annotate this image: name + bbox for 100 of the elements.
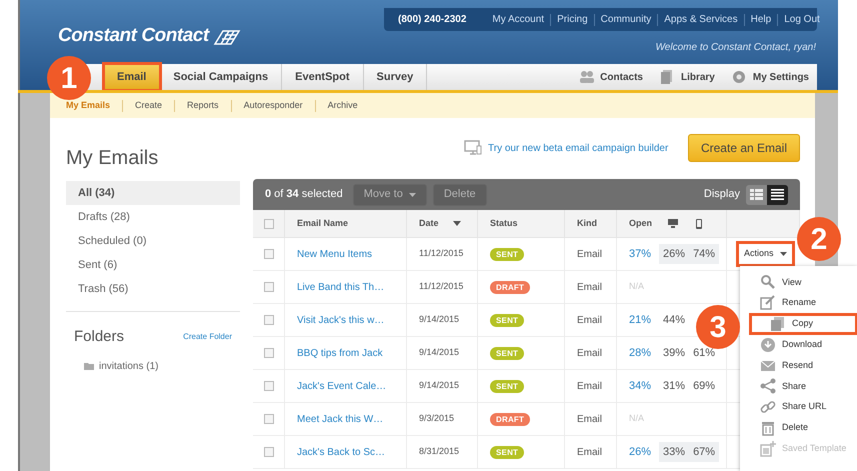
sub-nav-link[interactable]: Create — [135, 98, 162, 112]
desktop-rate: 39% — [663, 346, 686, 361]
filter-item[interactable]: Sent (6) — [66, 253, 240, 277]
status-badge: SENT — [490, 248, 524, 260]
date-text: 8/31/2015 — [419, 445, 460, 458]
welcome-text: Welcome to Constant Contact, ryan! — [656, 41, 816, 55]
kind-text: Email — [577, 346, 602, 360]
folder-item[interactable]: invitations (1) — [66, 358, 240, 374]
status-badge: DRAFT — [490, 412, 530, 426]
email-name-link[interactable]: Jack's Event Cale… — [297, 378, 386, 394]
open-rate: 26% — [629, 444, 652, 460]
nav-link[interactable]: Contacts — [578, 69, 643, 85]
email-name-link[interactable]: BBQ tips from Jack — [297, 346, 383, 360]
nav-link[interactable]: Library — [658, 69, 715, 85]
desktop-rate: 26% — [663, 246, 686, 262]
checkbox[interactable] — [264, 348, 274, 358]
menu-item[interactable]: Rename — [740, 292, 857, 314]
sub-nav-link[interactable]: Reports — [187, 98, 219, 112]
menu-item[interactable]: Share — [740, 376, 857, 397]
date-text: 9/14/2015 — [419, 313, 460, 326]
search-icon — [760, 274, 776, 290]
monitor-icon — [464, 140, 482, 156]
filter-item[interactable]: Trash (56) — [66, 277, 240, 301]
share-icon — [760, 378, 776, 394]
header-link[interactable]: Pricing — [557, 12, 588, 27]
column-header: Status — [490, 216, 518, 230]
checkbox[interactable] — [264, 249, 274, 259]
beta-builder-link[interactable]: Try our new beta email campaign builder — [464, 140, 668, 156]
download-icon — [760, 336, 776, 353]
menu-item[interactable]: Delete — [740, 418, 857, 438]
detail-view-button[interactable] — [746, 184, 767, 204]
email-name-link[interactable]: Visit Jack's this w… — [297, 312, 384, 328]
mobile-rate: 67% — [693, 444, 716, 460]
status-badge: SENT — [490, 314, 524, 326]
nav-tab[interactable]: Email — [104, 64, 160, 90]
grid-list-icon — [750, 189, 763, 200]
link-icon — [760, 399, 776, 416]
menu-item[interactable]: View — [740, 272, 857, 293]
status-badge: SENT — [490, 380, 524, 392]
desktop-icon — [668, 219, 678, 228]
documents-icon — [658, 69, 675, 85]
create-email-button[interactable]: Create an Email — [688, 134, 800, 162]
open-rate: 34% — [629, 378, 652, 394]
checkbox[interactable] — [264, 218, 274, 228]
folder-icon — [84, 362, 94, 370]
phone-number: (800) 240-2302 — [398, 13, 466, 27]
header-link[interactable]: Apps & Services — [664, 12, 738, 27]
checkbox[interactable] — [264, 381, 274, 391]
mobile-icon — [696, 218, 702, 228]
selection-count: 0 of 34 selected — [265, 187, 343, 202]
pages-icon — [770, 316, 786, 332]
column-header: Email Name — [297, 216, 348, 230]
column-header: Kind — [577, 216, 597, 230]
desktop-rate: 44% — [663, 312, 686, 328]
desktop-rate: 33% — [663, 444, 686, 460]
menu-item[interactable]: Resend — [740, 355, 857, 376]
sub-nav-link[interactable]: Autoresponder — [244, 98, 303, 112]
kind-text: Email — [577, 446, 602, 460]
kind-text: Email — [577, 248, 602, 262]
date-text: 9/14/2015 — [419, 346, 460, 360]
kind-text: Email — [577, 380, 602, 394]
mobile-rate: 74% — [693, 246, 716, 262]
email-name-link[interactable]: Meet Jack this W… — [297, 412, 384, 426]
open-rate: 21% — [629, 312, 652, 328]
create-folder-link[interactable]: Create Folder — [183, 331, 232, 344]
status-badge: SENT — [490, 446, 524, 458]
desktop-rate: 31% — [663, 378, 686, 394]
open-rate: 28% — [629, 346, 652, 361]
folders-heading: Folders — [74, 327, 124, 347]
email-name-link[interactable]: New Menu Items — [297, 246, 372, 262]
email-name-link[interactable]: Live Band this Th… — [297, 280, 384, 294]
header-link[interactable]: My Account — [492, 12, 544, 27]
document-plus-icon — [760, 440, 776, 457]
checkbox[interactable] — [264, 315, 274, 325]
checkbox[interactable] — [264, 447, 274, 457]
nav-link[interactable]: My Settings — [730, 69, 809, 85]
mobile-rate: 69% — [693, 378, 716, 394]
status-badge: SENT — [490, 346, 524, 360]
date-text: 11/12/2015 — [419, 247, 464, 260]
filter-item[interactable]: Scheduled (0) — [66, 229, 240, 253]
pencil-icon — [760, 295, 776, 312]
kind-text: Email — [577, 412, 602, 426]
header-link[interactable]: Community — [600, 12, 652, 27]
actions-button[interactable]: Actions — [739, 244, 792, 264]
filter-item[interactable]: All (34) — [66, 181, 240, 205]
menu-item[interactable]: Copy — [750, 314, 857, 334]
header-link[interactable]: Log Out — [784, 12, 820, 27]
header-link[interactable]: Help — [750, 12, 772, 27]
menu-item[interactable]: Share URL — [740, 396, 857, 418]
sub-nav-link[interactable]: Archive — [328, 98, 358, 112]
people-icon — [578, 69, 594, 85]
checkbox[interactable] — [264, 414, 274, 424]
checkbox[interactable] — [264, 282, 274, 292]
filter-item[interactable]: Drafts (28) — [66, 205, 240, 229]
trash-icon — [760, 420, 776, 436]
status-badge: DRAFT — [490, 280, 530, 294]
menu-item[interactable]: Download — [740, 334, 857, 356]
list-view-button[interactable] — [767, 184, 788, 204]
email-name-link[interactable]: Jack's Back to Sc… — [297, 444, 386, 460]
column-header[interactable]: Date — [419, 216, 461, 230]
